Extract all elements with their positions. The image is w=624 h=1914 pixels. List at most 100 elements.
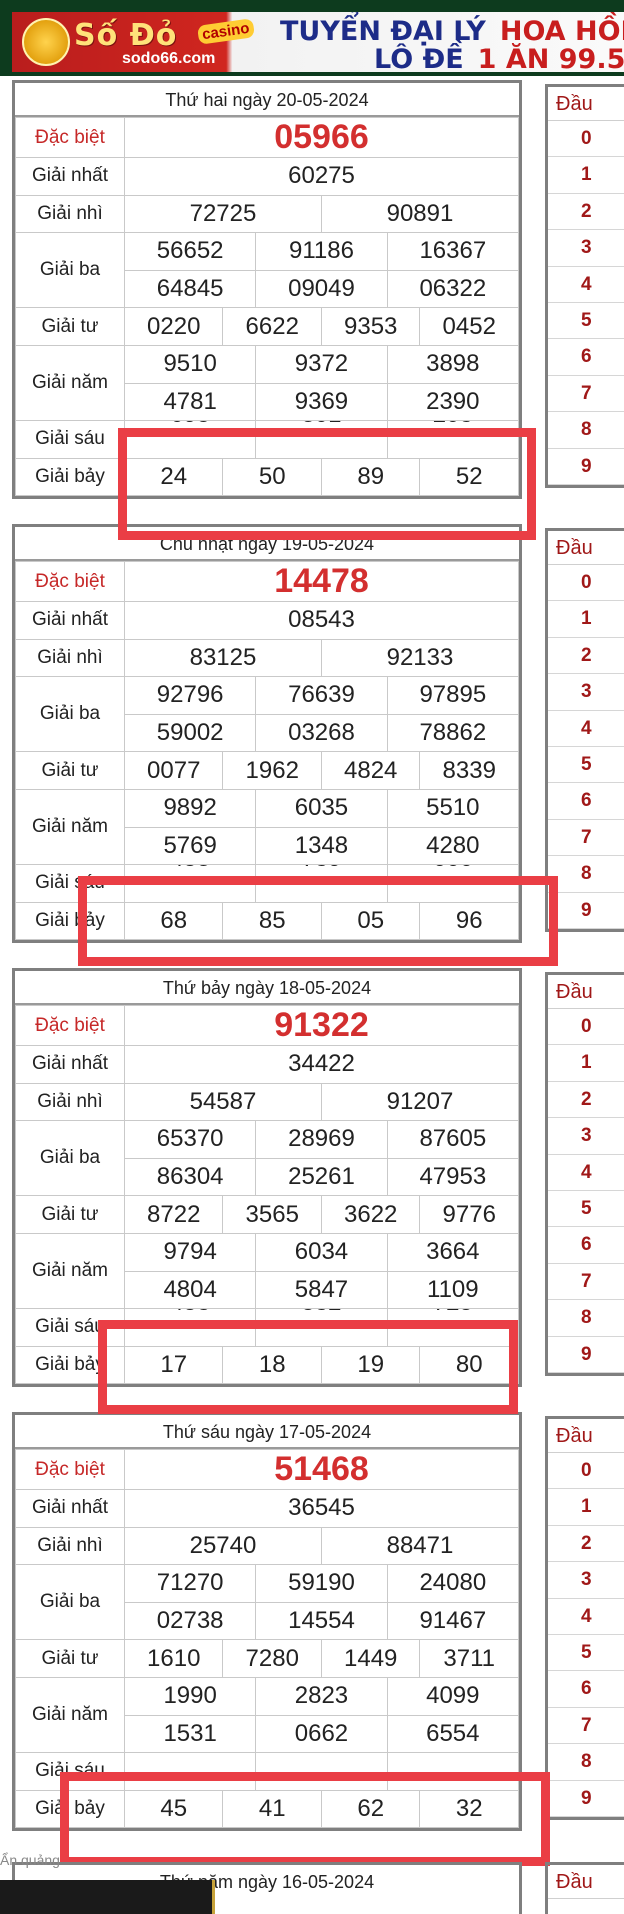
- row-first: Giải nhất 60275: [15, 157, 519, 196]
- dau-digit: 4: [548, 711, 624, 747]
- row-third-a: Giải ba 56652 91186 16367: [15, 232, 520, 309]
- fourth-prize-value: 1962: [222, 751, 322, 790]
- hidden-ad-strip[interactable]: [0, 1880, 215, 1914]
- sixth-prize-text: 582: [301, 1310, 341, 1318]
- dau-digit: 2: [548, 194, 624, 231]
- row-special: Đặc biệt 14478: [15, 561, 519, 602]
- dau-digit: 7: [548, 376, 624, 413]
- third-prize-value: 76639: [255, 676, 388, 715]
- fourth-prize-value: 8722: [123, 1195, 224, 1234]
- label-first: Giải nhất: [15, 601, 125, 640]
- fifth-prize-value: 2823: [255, 1676, 388, 1716]
- first-prize-value: 08543: [124, 601, 519, 640]
- dau-digit: 7: [548, 1264, 624, 1301]
- fourth-prize-value: 1610: [123, 1639, 224, 1678]
- dau-digit: 0: [548, 1453, 624, 1490]
- dau-digit: 3: [548, 230, 624, 267]
- dau-digit: 6: [548, 783, 624, 820]
- dau-digit: 8: [548, 412, 624, 449]
- fourth-prize-value: 0077: [123, 751, 224, 790]
- ad-banner-image[interactable]: Số Đỏ casino sodo66.com TUYỂN ĐẠI LÝ HOA …: [12, 12, 624, 72]
- third-prize-value: 14554: [255, 1601, 388, 1641]
- fifth-prize-value: 5510: [386, 788, 520, 828]
- fifth-prize-value: 2390: [386, 382, 520, 422]
- dau-digit: 1: [548, 157, 624, 194]
- label-third: Giải ba: [15, 1564, 125, 1641]
- dau-digit: 3: [548, 1118, 624, 1155]
- row-first: Giải nhất 36545: [15, 1489, 519, 1528]
- label-second: Giải nhì: [15, 194, 125, 234]
- dau-table: Đầu 0 1 2 3 4 5 6 7 8 9: [545, 1416, 624, 1820]
- second-prize-value: 83125: [124, 638, 322, 678]
- label-seventh: Giải bảy: [15, 457, 125, 497]
- third-prize-value: 02738: [123, 1601, 257, 1641]
- fourth-prize-value: 3622: [320, 1195, 421, 1234]
- ad-banner[interactable]: Số Đỏ casino sodo66.com TUYỂN ĐẠI LÝ HOA …: [0, 0, 624, 76]
- logo-badge: casino: [196, 18, 255, 45]
- third-prize-value: 59190: [255, 1564, 388, 1603]
- promo-line-1a: TUYỂN ĐẠI LÝ: [280, 16, 486, 47]
- label-special: Đặc biệt: [15, 117, 125, 158]
- row-third-a: Giải ba 71270 59190 24080: [15, 1564, 520, 1641]
- row-fifth-a: Giải năm 9794 6034 3664: [15, 1232, 520, 1310]
- dau-table: Đầu 0 1 2 3 4 5 6 7 8 9: [545, 84, 624, 488]
- row-second: Giải nhì 25740 88471: [15, 1526, 520, 1566]
- fifth-prize-value: 6554: [386, 1714, 520, 1754]
- sixth-prize-text: 666: [433, 866, 473, 874]
- fifth-prize-value: 4804: [123, 1270, 257, 1310]
- dau-table: Đầu 0 1 2 3 4 5 6 7 8 9: [545, 528, 624, 932]
- result-date-title: Thứ sáu ngày 17-05-2024: [15, 1415, 519, 1449]
- dau-digit: 0: [548, 1009, 624, 1046]
- dau-digit: 1: [548, 1489, 624, 1526]
- label-fifth: Giải năm: [15, 788, 125, 866]
- special-prize-value: 91322: [124, 1005, 519, 1046]
- third-prize-value: 28969: [255, 1120, 388, 1159]
- dau-digit: 7: [548, 1708, 624, 1745]
- third-prize-value: 24080: [386, 1564, 520, 1603]
- fifth-prize-value: 9372: [255, 344, 388, 384]
- dau-digit: 4: [548, 1155, 624, 1191]
- fifth-prize-value: 6035: [255, 788, 388, 828]
- special-prize-value: 14478: [124, 561, 519, 602]
- dau-digit: 2: [548, 1526, 624, 1563]
- third-prize-value: 03268: [255, 713, 388, 753]
- dau-digit: 3: [548, 674, 624, 711]
- third-prize-value: 06322: [386, 269, 520, 309]
- sixth-prize-text: 789: [301, 866, 341, 874]
- third-prize-value: 78862: [386, 713, 520, 753]
- row-first: Giải nhất 34422: [15, 1045, 519, 1084]
- sixth-prize-text: 458: [170, 1310, 210, 1318]
- result-date-title: Thứ bảy ngày 18-05-2024: [15, 971, 519, 1005]
- promo-line-1: TUYỂN ĐẠI LÝ HOA HỒNG C: [280, 16, 624, 47]
- fifth-prize-value: 4099: [386, 1676, 520, 1716]
- fifth-prize-value: 9892: [123, 788, 257, 828]
- highlight-box-4: [60, 1772, 550, 1866]
- hide-ads-link[interactable]: Ẩn quảng: [0, 1852, 60, 1868]
- dau-digit: 6: [548, 1227, 624, 1264]
- dau-digit: 1: [548, 601, 624, 638]
- fourth-prize-value: 0452: [419, 307, 519, 346]
- row-fourth: Giải tư 1610 7280 1449 3711: [15, 1639, 519, 1678]
- fifth-prize-value: 0662: [255, 1714, 388, 1754]
- third-prize-value: 71270: [123, 1564, 257, 1603]
- third-prize-value: 56652: [123, 232, 257, 271]
- row-third-a: Giải ba 92796 76639 97895: [15, 676, 520, 753]
- fifth-prize-value: 9369: [255, 382, 388, 422]
- logo-coin-icon: [22, 18, 70, 66]
- third-prize-value: 92796: [123, 676, 257, 715]
- fifth-prize-value: 1109: [386, 1270, 520, 1310]
- label-first: Giải nhất: [15, 1045, 125, 1084]
- label-special: Đặc biệt: [15, 561, 125, 602]
- second-prize-value: 92133: [320, 638, 520, 678]
- dau-digit: 0: [548, 121, 624, 158]
- third-prize-value: 65370: [123, 1120, 257, 1159]
- row-second: Giải nhì 72725 90891: [15, 194, 520, 234]
- third-prize-value: 64845: [123, 269, 257, 309]
- dau-header: Đầu: [548, 531, 624, 565]
- label-fourth: Giải tư: [15, 751, 125, 790]
- dau-digit: 9: [548, 893, 624, 929]
- dau-digit: 1: [548, 1045, 624, 1082]
- fifth-prize-value: 1531: [123, 1714, 257, 1754]
- dau-digit: 4: [548, 1599, 624, 1635]
- row-special: Đặc biệt 91322: [15, 1005, 519, 1046]
